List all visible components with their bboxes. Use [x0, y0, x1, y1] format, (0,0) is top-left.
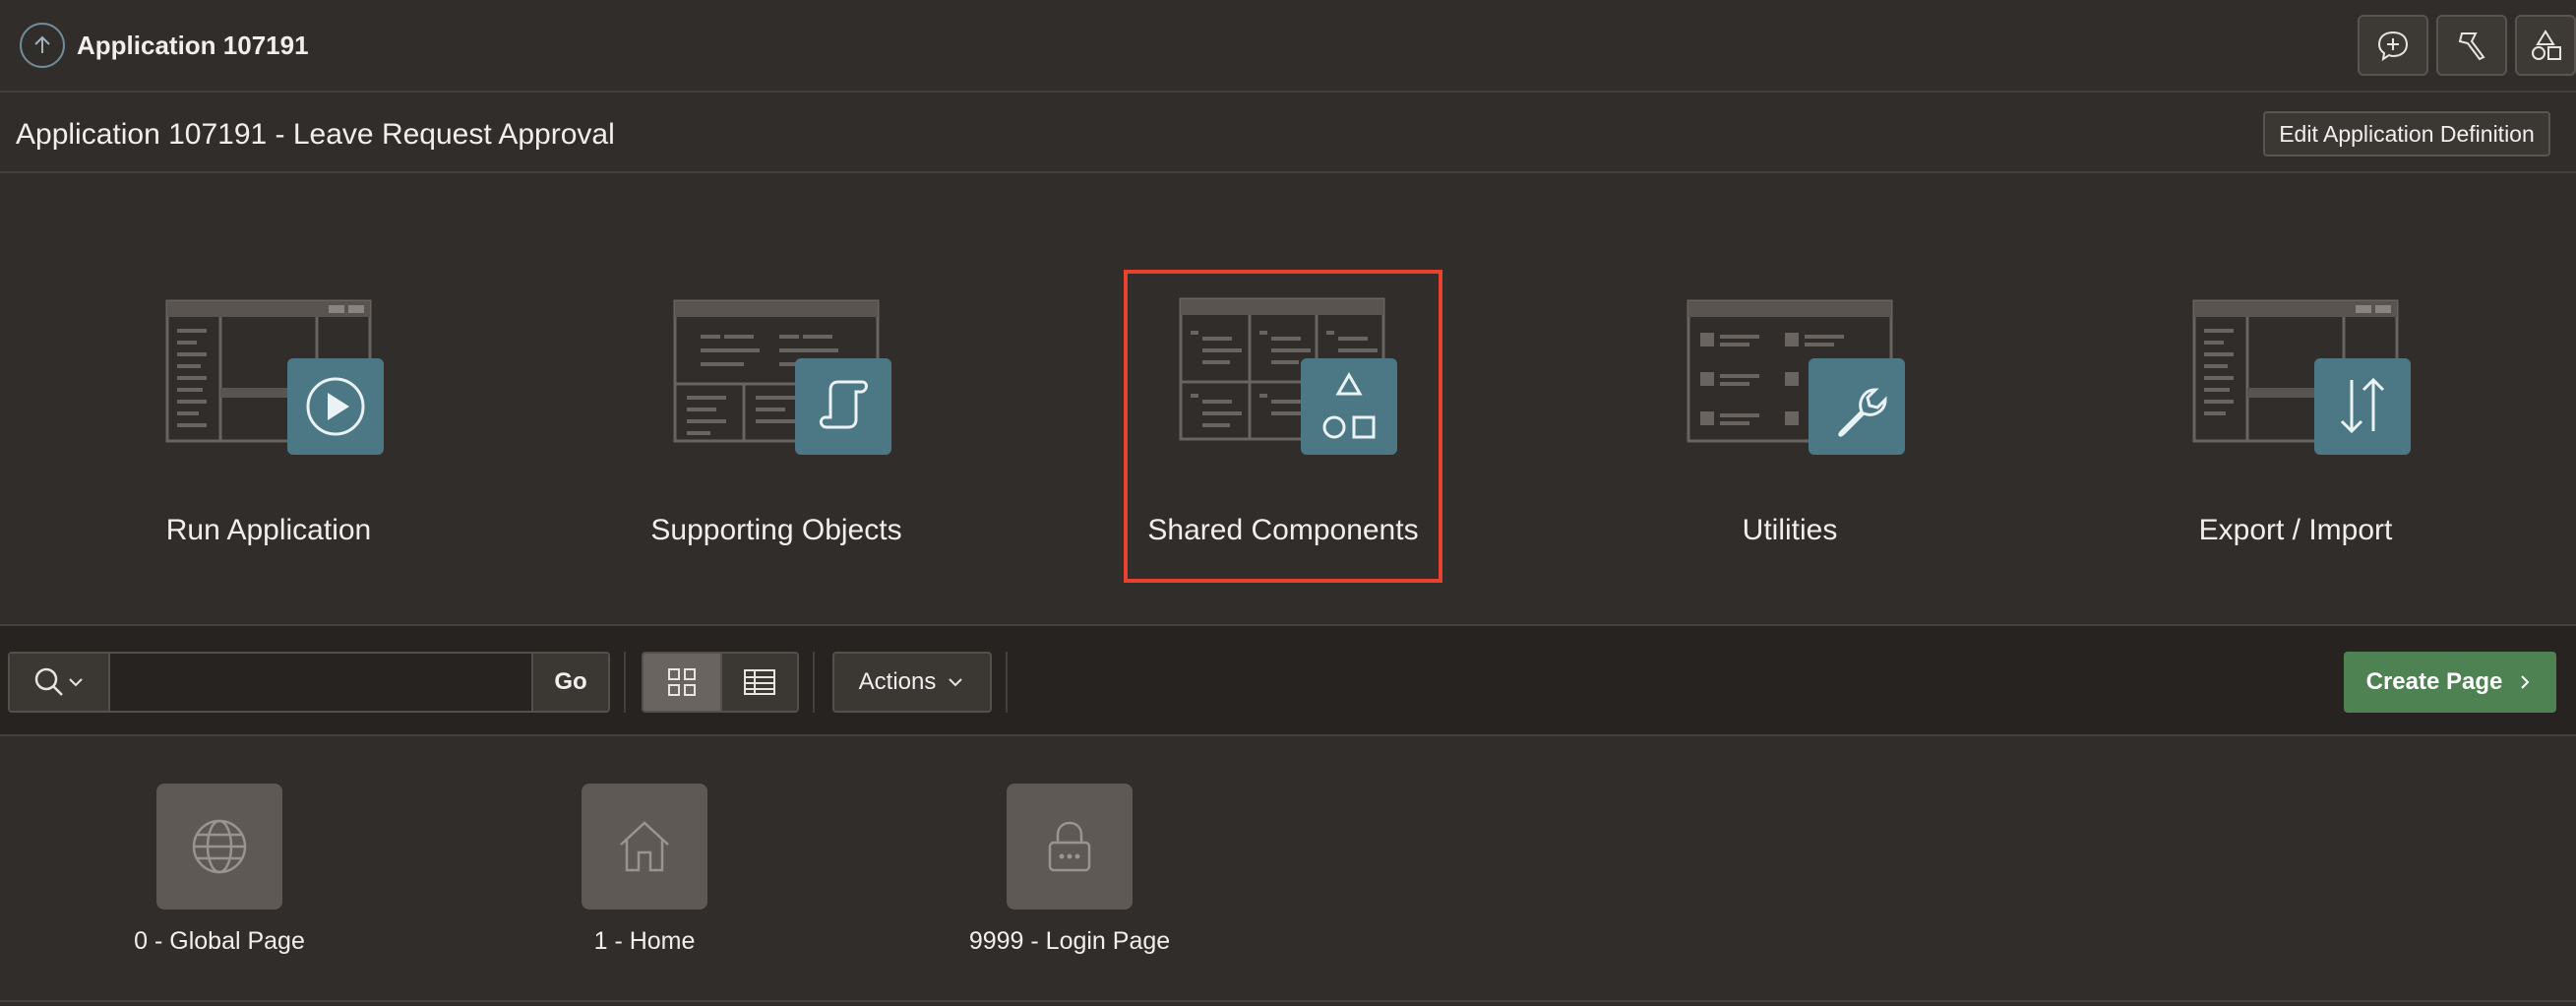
actions-menu-button[interactable]: Actions [832, 652, 992, 713]
shared-components-illustration [1179, 297, 1397, 455]
page-item-global[interactable]: 0 - Global Page [91, 784, 346, 971]
tile-label: Run Application [165, 514, 372, 546]
feedback-icon [2377, 31, 2409, 62]
app-breadcrumb[interactable]: Application 107191 [77, 29, 309, 62]
run-application-illustration [165, 299, 384, 455]
table-icon [744, 669, 775, 695]
globe-icon [156, 784, 282, 910]
flashlight-icon [2458, 32, 2485, 61]
top-bar: Application 107191 [0, 0, 2576, 93]
page-item-label: 9999 - Login Page [968, 927, 1171, 955]
chevron-down-icon [69, 678, 83, 687]
view-toggle [642, 652, 799, 713]
search-input[interactable] [110, 654, 531, 711]
tile-label: Supporting Objects [650, 514, 902, 546]
page-item-home[interactable]: 1 - Home [516, 784, 771, 971]
chevron-down-icon [949, 678, 963, 687]
supporting-objects-illustration [673, 299, 891, 455]
utilities-tile[interactable]: Utilities [1627, 276, 1952, 571]
divider [624, 652, 626, 713]
edit-application-definition-button[interactable]: Edit Application Definition [2263, 111, 2550, 157]
shared-components-tile[interactable]: Shared Components [1124, 270, 1442, 583]
grid-icon [668, 668, 696, 696]
run-application-tile[interactable]: Run Application [106, 276, 431, 571]
chevron-right-icon [2521, 675, 2530, 689]
report-view-button[interactable] [720, 654, 797, 711]
icon-view-button[interactable] [644, 654, 720, 711]
page-header: Application 107191 - Leave Request Appro… [0, 94, 2576, 173]
search-group: Go [8, 652, 610, 713]
tile-label: Shared Components [1147, 514, 1419, 546]
utilities-illustration [1687, 299, 1905, 455]
export-import-tile[interactable]: Export / Import [2133, 276, 2458, 571]
divider [813, 652, 815, 713]
export-import-illustration [2192, 299, 2411, 455]
page-item-login[interactable]: 9999 - Login Page [941, 784, 1196, 971]
home-icon [582, 784, 707, 910]
go-button[interactable]: Go [531, 654, 608, 711]
shared-components-shortcut[interactable] [2515, 15, 2576, 76]
tile-label: Export / Import [2198, 514, 2393, 546]
lock-icon [1007, 784, 1133, 910]
page-item-label: 1 - Home [593, 927, 696, 955]
up-arrow-icon[interactable] [20, 23, 65, 68]
actions-label: Actions [858, 668, 937, 695]
search-column-selector[interactable] [10, 654, 110, 711]
supporting-objects-tile[interactable]: Supporting Objects [614, 276, 939, 571]
page-item-label: 0 - Global Page [134, 927, 305, 955]
page-toolbar: Go Actions Create Page [0, 624, 2576, 736]
page-title: Application 107191 - Leave Request Appro… [16, 118, 615, 151]
search-icon [34, 667, 63, 696]
divider [0, 1000, 2576, 1002]
tile-label: Utilities [1742, 514, 1838, 546]
create-page-button[interactable]: Create Page [2344, 652, 2556, 713]
shapes-icon [2532, 30, 2561, 60]
flashlight-button[interactable] [2436, 15, 2507, 76]
divider [1006, 652, 1008, 713]
create-page-label: Create Page [2365, 668, 2503, 695]
feedback-button[interactable] [2358, 15, 2428, 76]
